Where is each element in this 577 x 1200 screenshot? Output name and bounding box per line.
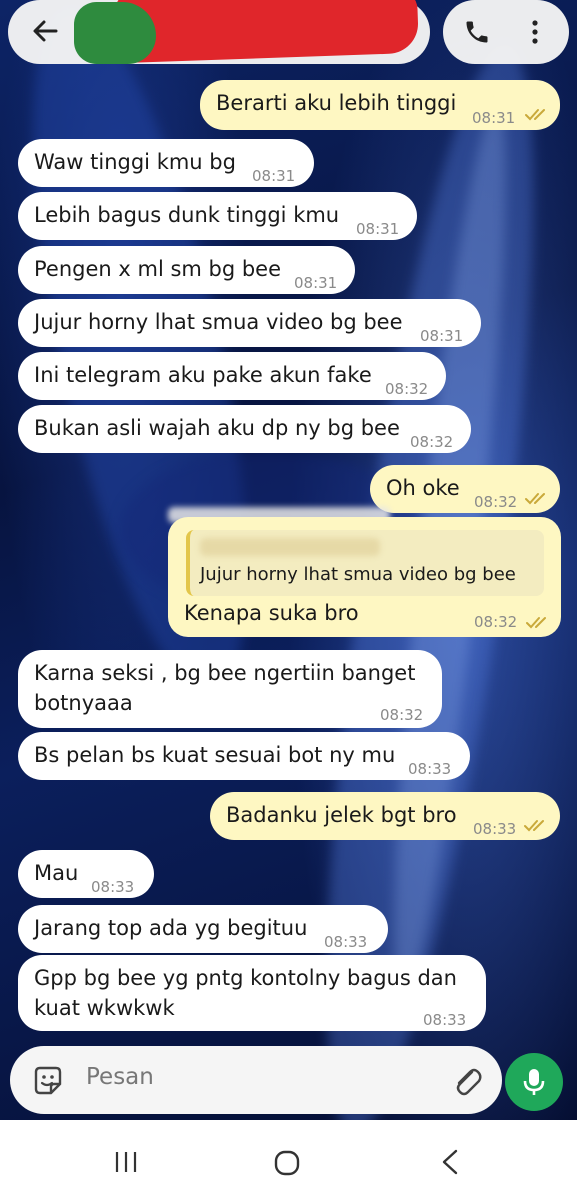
message-outgoing[interactable]: Berarti aku lebih tinggi 08:31 — [200, 80, 560, 130]
message-incoming[interactable]: Bukan asli wajah aku dp ny bg bee 08:32 — [18, 405, 471, 453]
message-text-line2: botnyaaa — [34, 691, 133, 715]
blurred-quote-author — [200, 538, 380, 556]
redaction-mark — [116, 0, 420, 64]
message-time: 08:33 — [423, 1011, 467, 1029]
message-text: Ini telegram aku pake akun fake — [34, 363, 372, 387]
message-time: 08:32 — [380, 706, 424, 724]
message-time: 08:33 — [473, 820, 517, 838]
message-text-line2: kuat wkwkwk — [34, 996, 175, 1020]
read-ticks-icon — [525, 493, 545, 505]
message-text: Oh oke — [386, 476, 460, 500]
home-icon[interactable] — [272, 1148, 302, 1178]
message-text: Karna seksi , bg bee ngertiin banget — [34, 661, 416, 685]
message-time: 08:33 — [324, 933, 368, 951]
microphone-button[interactable] — [505, 1053, 563, 1111]
message-incoming[interactable]: Jujur horny lhat smua video bg bee 08:31 — [18, 299, 481, 347]
message-incoming[interactable]: Jarang top ada yg begituu 08:33 — [18, 905, 388, 953]
message-text: Kenapa suka bro — [184, 601, 359, 625]
message-incoming[interactable]: Gpp bg bee yg pntg kontolny bagus dan ku… — [18, 955, 486, 1031]
message-text: Pengen x ml sm bg bee — [34, 257, 282, 281]
message-time: 08:33 — [408, 760, 452, 778]
message-text: Badanku jelek bgt bro — [226, 803, 457, 827]
recent-apps-icon[interactable] — [112, 1148, 140, 1176]
message-text: Bs pelan bs kuat sesuai bot ny mu — [34, 743, 396, 767]
message-time: 08:32 — [474, 493, 518, 511]
system-nav-bar — [0, 1120, 577, 1200]
phone-icon[interactable] — [460, 15, 494, 49]
paperclip-icon[interactable] — [448, 1062, 486, 1100]
message-incoming[interactable]: Mau 08:33 — [18, 850, 154, 898]
message-incoming[interactable]: Karna seksi , bg bee ngertiin banget bot… — [18, 650, 442, 728]
message-text: Mau — [34, 861, 79, 885]
message-outgoing[interactable]: Badanku jelek bgt bro 08:33 — [210, 792, 560, 840]
message-incoming[interactable]: Pengen x ml sm bg bee 08:31 — [18, 246, 355, 294]
message-incoming[interactable]: Bs pelan bs kuat sesuai bot ny mu 08:33 — [18, 732, 470, 780]
message-text: Jarang top ada yg begituu — [34, 916, 308, 940]
arrow-left-icon[interactable] — [28, 14, 62, 48]
message-time: 08:32 — [410, 433, 454, 451]
message-incoming[interactable]: Waw tinggi kmu bg 08:31 — [18, 139, 314, 187]
message-incoming[interactable]: Ini telegram aku pake akun fake 08:32 — [18, 352, 446, 400]
message-time: 08:32 — [474, 613, 518, 631]
message-time: 08:32 — [385, 380, 429, 398]
message-outgoing[interactable]: Oh oke 08:32 — [370, 465, 560, 513]
message-time: 08:33 — [91, 878, 135, 896]
message-time: 08:31 — [472, 109, 516, 127]
message-text: Bukan asli wajah aku dp ny bg bee — [34, 416, 400, 440]
sticker-icon[interactable] — [30, 1063, 66, 1099]
more-vertical-icon[interactable] — [520, 15, 550, 49]
message-text: Lebih bagus dunk tinggi kmu — [34, 203, 340, 227]
message-text: Berarti aku lebih tinggi — [216, 91, 457, 115]
microphone-icon — [523, 1069, 545, 1095]
quoted-message[interactable]: Jujur horny lhat smua video bg bee — [186, 530, 544, 596]
message-time: 08:31 — [356, 220, 400, 238]
avatar[interactable] — [74, 2, 156, 64]
message-text: Gpp bg bee yg pntg kontolny bagus dan — [34, 966, 457, 990]
read-ticks-icon — [526, 617, 546, 629]
nav-back-icon[interactable] — [437, 1148, 463, 1176]
message-text: Waw tinggi kmu bg — [34, 150, 236, 174]
message-text: Jujur horny lhat smua video bg bee — [34, 310, 403, 334]
quoted-text: Jujur horny lhat smua video bg bee — [200, 564, 516, 585]
message-time: 08:31 — [252, 167, 296, 185]
message-time: 08:31 — [294, 274, 338, 292]
read-ticks-icon — [524, 820, 544, 832]
chat-header — [0, 0, 577, 66]
read-ticks-icon — [525, 109, 545, 121]
message-input[interactable]: Pesan — [86, 1064, 154, 1090]
message-composer: Pesan — [10, 1046, 502, 1114]
message-incoming[interactable]: Lebih bagus dunk tinggi kmu 08:31 — [18, 192, 417, 240]
message-time: 08:31 — [420, 327, 464, 345]
